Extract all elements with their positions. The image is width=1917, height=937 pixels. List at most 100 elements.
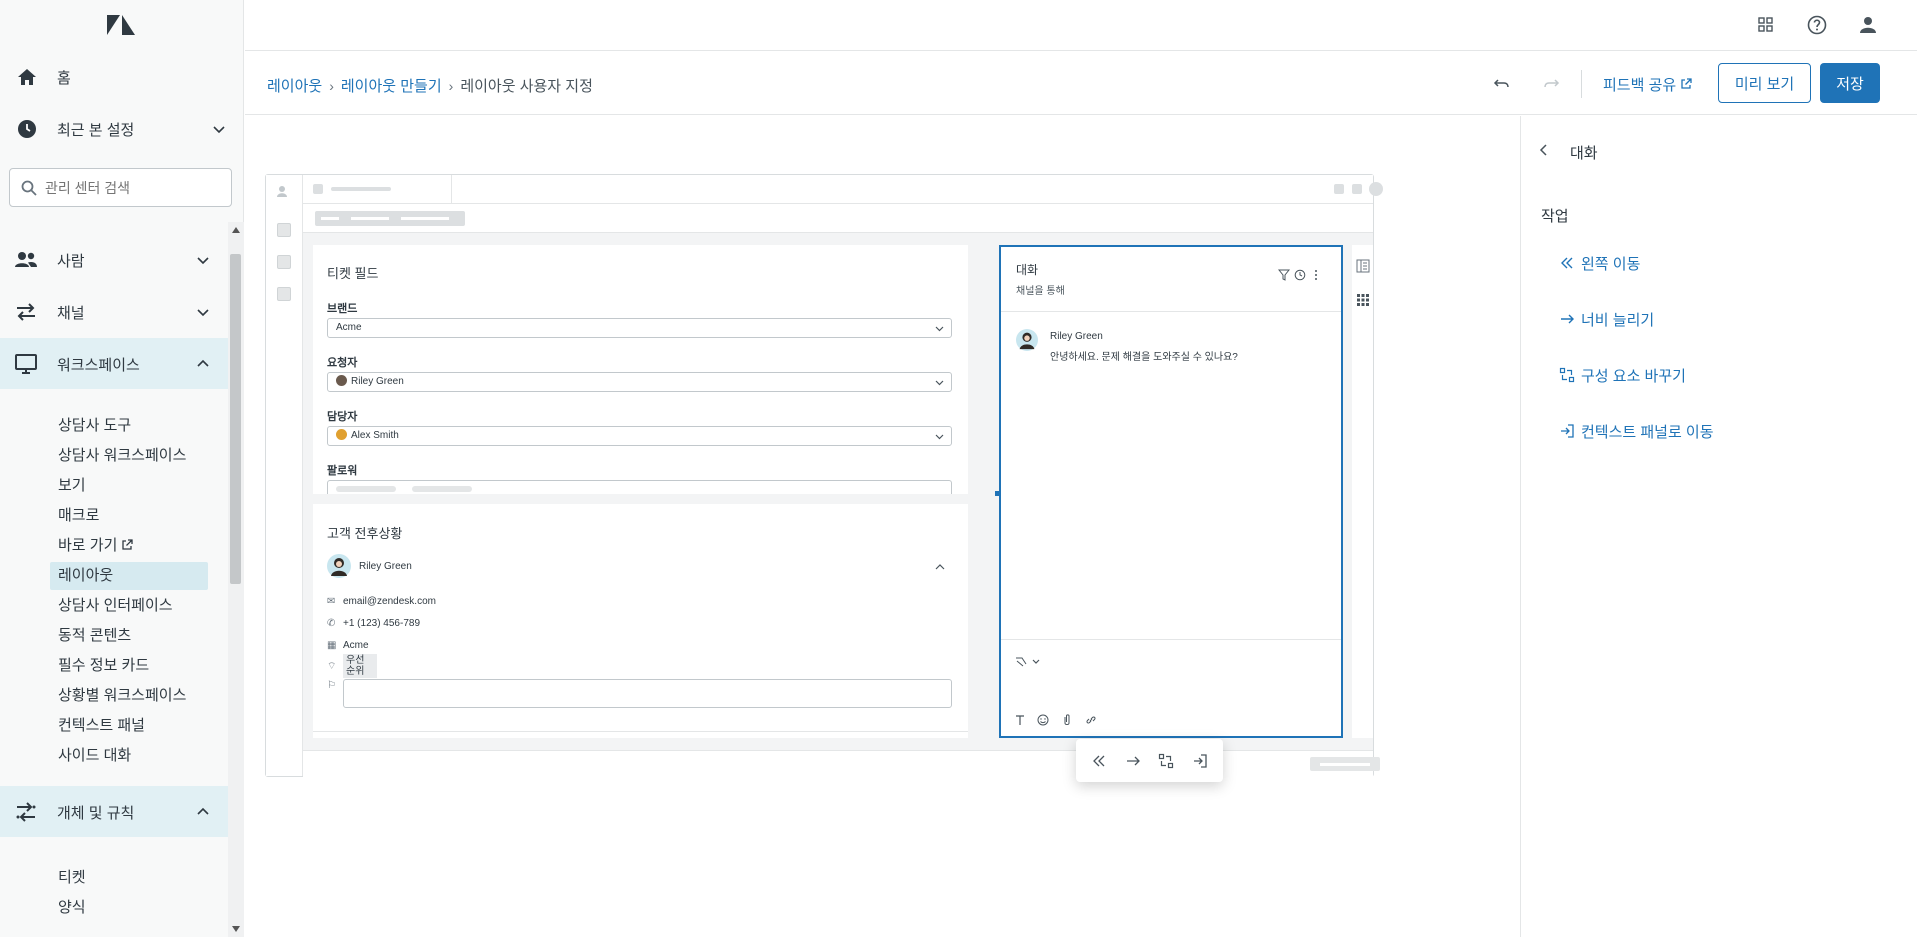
zendesk-logo[interactable]	[106, 14, 136, 36]
customer-context-title: 고객 전후상황	[327, 526, 403, 541]
chevron-down-icon	[935, 326, 944, 332]
text-format-icon	[1016, 715, 1024, 725]
breadcrumb-create-layout[interactable]: 레이아웃 만들기	[341, 75, 442, 96]
people-icon	[15, 252, 37, 267]
chevron-down-icon	[935, 380, 944, 386]
arrows-swap-icon	[17, 303, 35, 321]
ticket-fields-panel[interactable]: 티켓 필드 브랜드 Acme 요청자 Riley Green 담당자 Alex …	[313, 245, 968, 494]
action-expand-width[interactable]: 너비 늘리기	[1557, 307, 1654, 331]
user-profile-icon[interactable]	[1857, 14, 1879, 36]
search-input[interactable]	[45, 177, 225, 199]
action-move-to-context-panel[interactable]: 컨텍스트 패널로 이동	[1557, 419, 1714, 443]
section-people[interactable]: 사람	[0, 234, 228, 285]
mock-tab-divider	[451, 175, 452, 204]
breadcrumb-current: 레이아웃 사용자 지정	[460, 78, 593, 95]
action-move-left[interactable]: 왼쪽 이동	[1557, 251, 1640, 275]
sidebar-item-tickets[interactable]: 티켓	[50, 864, 208, 892]
customer-tag-row: ⌔ 우선 순위	[327, 654, 377, 678]
sidebar-item-views[interactable]: 보기	[50, 472, 208, 500]
undo-icon[interactable]	[1492, 74, 1512, 94]
search-box[interactable]	[9, 168, 232, 207]
preview-button[interactable]: 미리 보기	[1718, 63, 1811, 103]
action-expand-width-label: 너비 늘리기	[1581, 311, 1655, 329]
help-icon[interactable]	[1806, 14, 1828, 36]
scroll-up-arrow[interactable]	[232, 227, 240, 233]
layout-preview-frame: 티켓 필드 브랜드 Acme 요청자 Riley Green 담당자 Alex …	[265, 174, 1383, 777]
move-to-context-panel-action-icon[interactable]	[1189, 750, 1211, 772]
sidebar-item-agent-interface[interactable]: 상담사 인터페이스	[50, 592, 208, 620]
assignee-value: Alex Smith	[351, 430, 399, 441]
nav-recent[interactable]: 최근 본 설정	[0, 104, 244, 154]
message-avatar	[1016, 329, 1038, 351]
chevron-down-icon[interactable]	[196, 305, 210, 319]
sidebar-item-side-conversations[interactable]: 사이드 대화	[50, 742, 208, 770]
customer-phone-row: ✆ +1 (123) 456-789	[327, 618, 420, 629]
nav-home-label: 홈	[57, 69, 71, 87]
mock-user-icon	[277, 186, 287, 197]
move-to-panel-icon	[1557, 421, 1577, 441]
sidebar-item-essentials-card[interactable]: 필수 정보 카드	[50, 652, 208, 680]
sidebar-item-macros[interactable]: 매크로	[50, 502, 208, 530]
apps-grid-icon[interactable]	[1755, 14, 1777, 36]
breadcrumb-separator: ›	[448, 77, 454, 94]
nav-home[interactable]: 홈	[0, 52, 244, 102]
save-button[interactable]: 저장	[1820, 63, 1880, 103]
customer-email: email@zendesk.com	[343, 596, 436, 607]
chevron-left-icon[interactable]	[1537, 143, 1551, 157]
chevron-up-icon[interactable]	[196, 357, 210, 371]
panel-title: 대화	[1570, 145, 1598, 162]
sidebar-item-agent-tools[interactable]: 상담사 도구	[50, 412, 208, 440]
action-move-left-label: 왼쪽 이동	[1581, 255, 1641, 273]
external-link-icon	[1681, 78, 1692, 89]
sidebar-item-context-panel[interactable]: 컨텍스트 패널	[50, 712, 208, 740]
section-workspaces[interactable]: 워크스페이스	[0, 338, 228, 389]
conversation-panel-selected[interactable]: 대화 채널을 통해 Riley Green 안녕하세요. 문제 해결을 도와주실…	[999, 245, 1343, 738]
mock-footer-button-text	[1320, 763, 1370, 766]
brand-value: Acme	[336, 322, 362, 333]
scroll-down-arrow[interactable]	[232, 926, 240, 932]
page-header: 레이아웃 › 레이아웃 만들기 › 레이아웃 사용자 지정 피드백 공유 미리 …	[245, 52, 1917, 115]
move-left-action-icon[interactable]	[1088, 750, 1110, 772]
section-channels[interactable]: 채널	[0, 286, 228, 337]
action-replace-component[interactable]: 구성 요소 바꾸기	[1557, 363, 1686, 387]
breadcrumb-separator: ›	[329, 77, 334, 94]
redo-icon[interactable]	[1541, 74, 1561, 94]
floating-action-bar	[1076, 739, 1223, 782]
replace-component-action-icon[interactable]	[1155, 750, 1177, 772]
filter-icon	[1278, 269, 1290, 281]
sidebar: 홈 최근 본 설정 사람 채널 워크스페이스 상담사 도구 상담사 워크스페이스	[0, 0, 244, 937]
customer-context-panel[interactable]: 고객 전후상황 Riley Green ✉ email@zendesk.com ✆…	[313, 504, 968, 738]
sidebar-item-forms[interactable]: 양식	[50, 894, 208, 922]
mock-top-icon	[1352, 184, 1362, 194]
mock-tab-icon	[313, 184, 323, 194]
sidebar-item-contextual-workspaces[interactable]: 상황별 워크스페이스	[50, 682, 208, 710]
brand-select: Acme	[327, 318, 952, 338]
customer-phone: +1 (123) 456-789	[343, 618, 421, 629]
share-feedback-link[interactable]: 피드백 공유	[1603, 72, 1692, 96]
expand-width-action-icon[interactable]	[1122, 750, 1144, 772]
sidebar-scrollbar[interactable]	[228, 222, 244, 937]
channel-switch-icon	[1016, 657, 1040, 667]
mock-top-icon	[1334, 184, 1344, 194]
section-objects-rules[interactable]: 개체 및 규칙	[0, 786, 228, 837]
customer-org-row: ▦ Acme	[327, 640, 369, 651]
section-people-label: 사람	[57, 253, 85, 270]
chevron-down-icon[interactable]	[196, 253, 210, 267]
conversation-divider	[1001, 311, 1341, 312]
sidebar-item-agent-workspace[interactable]: 상담사 워크스페이스	[50, 442, 208, 470]
mock-right-toolbar	[1352, 245, 1373, 738]
action-replace-component-label: 구성 요소 바꾸기	[1581, 367, 1686, 385]
follower-tag	[412, 486, 472, 492]
share-feedback-label: 피드백 공유	[1603, 76, 1677, 94]
breadcrumb-layouts[interactable]: 레이아웃	[267, 75, 322, 96]
sidebar-item-layouts[interactable]: 레이아웃	[50, 562, 208, 590]
scroll-thumb[interactable]	[230, 254, 241, 584]
home-icon	[16, 66, 38, 88]
chevron-up-icon[interactable]	[196, 805, 210, 819]
chevron-down-icon[interactable]	[212, 122, 226, 136]
mock-breadcrumb-text	[401, 217, 449, 220]
chevron-down-icon	[935, 434, 944, 440]
sidebar-item-shortcuts[interactable]: 바로 가기	[50, 532, 208, 560]
brand-label: 브랜드	[327, 303, 358, 315]
sidebar-item-dynamic-content[interactable]: 동적 콘텐츠	[50, 622, 208, 650]
